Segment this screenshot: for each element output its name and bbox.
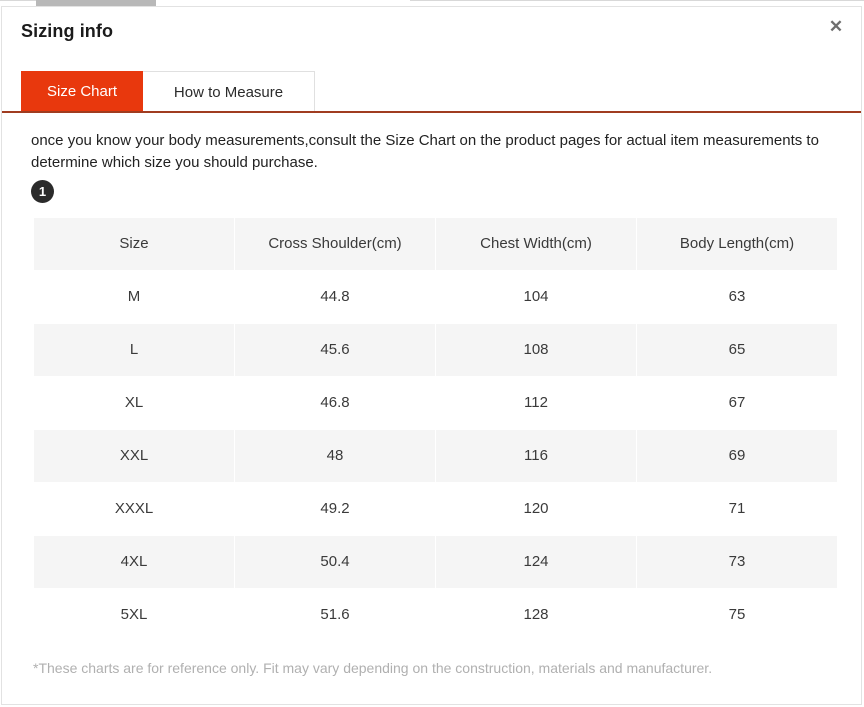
table-row: 5XL 51.6 128 75 <box>34 589 837 641</box>
cell-body-length: 75 <box>728 606 746 623</box>
step-badge-row: 1 <box>31 179 861 203</box>
column-header-cross-shoulder: Cross Shoulder(cm) <box>235 217 435 270</box>
intro-text: once you know your body measurements,con… <box>31 132 819 171</box>
cell-body-length: 73 <box>637 535 837 588</box>
cell-chest-width: 120 <box>523 500 549 517</box>
table-row: M 44.8 104 63 <box>34 271 837 323</box>
tab-how-to-measure[interactable]: How to Measure <box>143 71 315 112</box>
cell-cross-shoulder: 46.8 <box>320 394 350 411</box>
behind-rule-left <box>0 0 36 1</box>
cell-cross-shoulder: 49.2 <box>320 500 350 517</box>
cell-chest-width: 128 <box>523 606 549 623</box>
column-header-body-length: Body Length(cm) <box>637 217 837 270</box>
cell-body-length: 63 <box>728 288 746 305</box>
cell-chest-width: 112 <box>524 394 548 411</box>
cell-body-length: 69 <box>637 429 837 482</box>
close-icon[interactable]: ✕ <box>823 15 849 39</box>
table-footnote: *These charts are for reference only. Fi… <box>33 659 713 676</box>
cell-chest-width: 104 <box>523 288 549 305</box>
cell-chest-width: 124 <box>436 535 636 588</box>
cell-cross-shoulder: 51.6 <box>320 606 350 623</box>
table-row: XXL 48 116 69 <box>34 429 837 482</box>
step-badge: 1 <box>31 179 54 203</box>
cell-cross-shoulder: 48 <box>235 429 435 482</box>
cell-size: 4XL <box>34 535 234 588</box>
cell-chest-width: 116 <box>436 429 636 482</box>
column-header-chest-width: Chest Width(cm) <box>436 217 636 270</box>
table-row: L 45.6 108 65 <box>34 323 837 376</box>
tab-size-chart[interactable]: Size Chart <box>21 71 143 112</box>
table-header-row: Size Cross Shoulder(cm) Chest Width(cm) … <box>34 217 837 270</box>
cell-size: XXXL <box>114 500 154 517</box>
cell-chest-width: 108 <box>436 323 636 376</box>
cell-cross-shoulder: 44.8 <box>320 288 350 305</box>
table-row: 4XL 50.4 124 73 <box>34 535 837 588</box>
sizing-info-modal: Sizing info ✕ Size Chart How to Measure … <box>1 6 862 705</box>
page-title: Sizing info <box>21 21 114 41</box>
cell-body-length: 67 <box>728 394 746 411</box>
tab-list: Size Chart How to Measure <box>21 71 315 112</box>
table-body: M 44.8 104 63 L 45.6 108 65 XL 46.8 112 … <box>34 271 837 641</box>
table-row: XL 46.8 112 67 <box>34 377 837 429</box>
cell-size: 5XL <box>120 606 148 623</box>
cell-size: XL <box>124 394 144 411</box>
cell-cross-shoulder: 50.4 <box>235 535 435 588</box>
tabs-container: Size Chart How to Measure <box>2 71 861 113</box>
tab-underline-rule <box>2 111 861 113</box>
column-header-size: Size <box>34 217 234 270</box>
cell-cross-shoulder: 45.6 <box>235 323 435 376</box>
cell-size: L <box>34 323 234 376</box>
cell-size: XXL <box>34 429 234 482</box>
cell-body-length: 71 <box>728 500 746 517</box>
modal-header: Sizing info ✕ <box>2 7 861 59</box>
table-row: XXXL 49.2 120 71 <box>34 483 837 535</box>
cell-body-length: 65 <box>637 323 837 376</box>
cell-size: M <box>127 288 141 305</box>
behind-rule <box>410 0 864 1</box>
size-chart-table: Size Cross Shoulder(cm) Chest Width(cm) … <box>33 217 838 642</box>
